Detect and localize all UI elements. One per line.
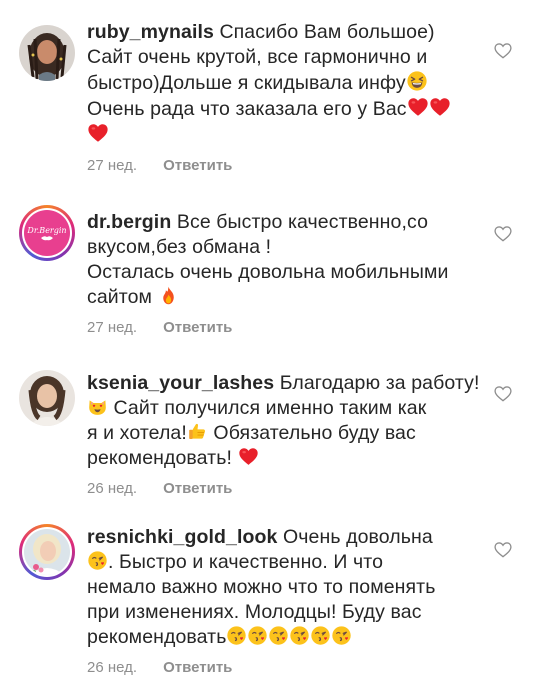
thumbs-up-emoji-icon [187, 421, 208, 442]
comment-line: рекомендовать! [87, 447, 232, 469]
comment-body: resnichki_gold_look Очень довольна . Быс… [87, 525, 487, 676]
comment-body: ruby_mynails Спасибо Вам большое) Сайт о… [87, 20, 487, 174]
kissing-face-emoji-icon [268, 625, 289, 646]
avatar-photo [19, 370, 75, 426]
kissing-face-emoji-icon [247, 625, 268, 646]
comment-line: при изменениях. Молодцы! Буду вас [87, 601, 422, 623]
kissing-face-emoji-icon [331, 625, 352, 646]
comment-line: Сайт получился именно таким как [113, 397, 427, 419]
red-heart-emoji-icon [238, 446, 259, 467]
lips-icon [41, 235, 53, 240]
like-heart-icon[interactable] [493, 540, 513, 560]
kissing-face-emoji-icon [310, 625, 331, 646]
comment-line: немало важно можно что то поменять [87, 576, 436, 598]
comment-line: я и хотела! [87, 422, 187, 444]
comment-username[interactable]: ksenia_your_lashes [87, 372, 274, 394]
comment-text: ruby_mynails Спасибо Вам большое) Сайт о… [87, 20, 487, 148]
comment-meta: 27 нед. Ответить [87, 319, 487, 336]
reply-button[interactable]: Ответить [163, 157, 232, 174]
comment-body: ksenia_your_lashes Благодарю за работу! … [87, 371, 487, 497]
comment-line: Очень рада что заказала его у Вас [87, 98, 407, 120]
avatar[interactable] [19, 25, 75, 81]
grinning-squint-emoji-icon [406, 70, 428, 92]
comment-time: 26 нед. [87, 659, 138, 676]
comment-line: Благодарю за работу! [279, 372, 480, 394]
fire-emoji-icon [158, 285, 179, 306]
comment-line: Обязательно буду вас [213, 422, 416, 444]
heart-eyes-cat-emoji-icon [87, 396, 108, 417]
brand-logo-avatar: Dr.Bergin [24, 210, 70, 256]
comment-line: Сайт очень крутой, все гармонично и [87, 46, 428, 68]
kissing-face-emoji-icon [289, 625, 310, 646]
comment-text: ksenia_your_lashes Благодарю за работу! … [87, 371, 487, 471]
like-heart-icon[interactable] [493, 41, 513, 61]
comment-username[interactable]: dr.bergin [87, 211, 171, 233]
comment-line: . Быстро и качественно. И что [108, 551, 384, 573]
comment-meta: 26 нед. Ответить [87, 480, 487, 497]
like-heart-icon[interactable] [493, 224, 513, 244]
red-heart-emoji-icon [429, 96, 451, 118]
reply-button[interactable]: Ответить [163, 319, 232, 336]
reply-button[interactable]: Ответить [163, 480, 232, 497]
red-heart-emoji-icon [87, 122, 109, 144]
kissing-face-emoji-icon [87, 550, 108, 571]
comment-text: dr.bergin Все быстро качественно,со вкус… [87, 210, 487, 310]
comment-line: сайтом [87, 286, 153, 308]
avatar[interactable] [19, 370, 75, 426]
red-heart-emoji-icon [407, 96, 429, 118]
comment-line: быстро)Дольше я скидывала инфу [87, 72, 406, 94]
avatar[interactable]: Dr.Bergin [19, 205, 75, 261]
logo-text: Dr.Bergin [27, 225, 67, 235]
comment-username[interactable]: ruby_mynails [87, 21, 214, 43]
comment-line: рекомендовать [87, 626, 227, 648]
avatar[interactable] [19, 524, 75, 580]
comment-line: Спасибо Вам большое) [219, 21, 435, 43]
comment-meta: 26 нед. Ответить [87, 659, 487, 676]
reply-button[interactable]: Ответить [163, 659, 232, 676]
kissing-face-emoji-icon [226, 625, 247, 646]
comment-meta: 27 нед. Ответить [87, 157, 487, 174]
comment-list: ruby_mynails Спасибо Вам большое) Сайт о… [0, 0, 540, 698]
comment-line: Все быстро качественно,со [176, 211, 429, 233]
avatar-photo [24, 529, 70, 575]
comment-time: 27 нед. [87, 157, 138, 174]
comment-username[interactable]: resnichki_gold_look [87, 526, 277, 548]
comment-body: dr.bergin Все быстро качественно,со вкус… [87, 210, 487, 336]
comment-line: Осталась очень довольна мобильными [87, 261, 449, 283]
comment-line: Очень довольна [283, 526, 433, 548]
comment-text: resnichki_gold_look Очень довольна . Быс… [87, 525, 487, 650]
avatar-photo [19, 25, 75, 81]
comment-time: 27 нед. [87, 319, 138, 336]
comment-time: 26 нед. [87, 480, 138, 497]
like-heart-icon[interactable] [493, 384, 513, 404]
comment-line: вкусом,без обмана ! [87, 236, 272, 258]
